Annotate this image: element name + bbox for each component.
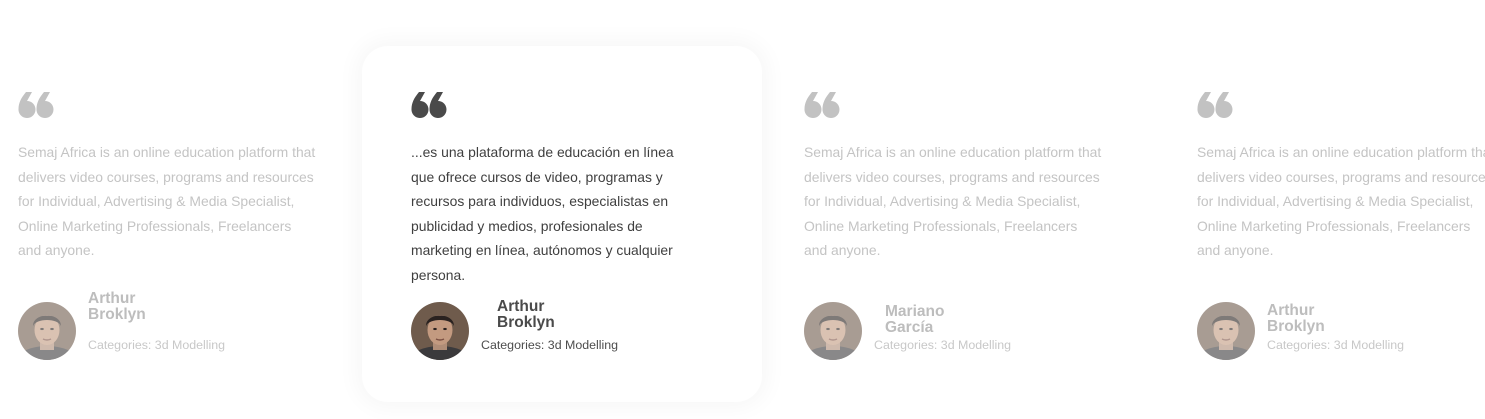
testimonial-card-3[interactable]: Semaj Africa is an online education plat…	[804, 92, 1104, 360]
author-name: Arthur Broklyn	[88, 291, 146, 322]
author-last-name: García	[885, 318, 934, 336]
testimonial-text: Semaj Africa is an online education plat…	[1197, 144, 1485, 259]
author-name: Mariano García	[885, 304, 944, 335]
author-category: Categories: 3d Modelling	[88, 338, 226, 352]
avatar	[1197, 302, 1255, 360]
testimonial-text: ...es una plataforma de educación en lín…	[411, 144, 674, 283]
author-name: Arthur Broklyn	[1267, 303, 1325, 334]
avatar	[804, 302, 862, 360]
author-first-name: Mariano	[885, 303, 945, 320]
testimonial-card-4[interactable]: Semaj Africa is an online education plat…	[1197, 92, 1485, 360]
quote-icon	[411, 92, 447, 120]
testimonial-text: Semaj Africa is an online education plat…	[18, 144, 316, 259]
testimonials-carousel: Semaj Africa is an online education plat…	[0, 0, 1485, 419]
quote-icon	[804, 92, 840, 120]
testimonial-card-2[interactable]: ...es una plataforma de educación en lín…	[411, 92, 711, 360]
author-first-name: Arthur	[1267, 302, 1315, 319]
avatar	[411, 302, 469, 360]
quote-icon	[18, 92, 54, 120]
quote-icon	[1197, 92, 1233, 120]
author-category: Categories: 3d Modelling	[481, 338, 619, 352]
author-name: Arthur Broklyn	[497, 299, 555, 330]
avatar	[18, 302, 76, 360]
author-category: Categories: 3d Modelling	[1267, 338, 1405, 352]
author-last-name: Broklyn	[1267, 317, 1325, 335]
author-last-name: Broklyn	[497, 313, 555, 331]
author-last-name: Broklyn	[88, 305, 146, 323]
author-category: Categories: 3d Modelling	[874, 338, 1012, 352]
author-first-name: Arthur	[88, 290, 136, 307]
testimonial-text: Semaj Africa is an online education plat…	[804, 144, 1102, 259]
testimonial-card-1[interactable]: Semaj Africa is an online education plat…	[18, 92, 318, 360]
author-first-name: Arthur	[497, 298, 545, 315]
